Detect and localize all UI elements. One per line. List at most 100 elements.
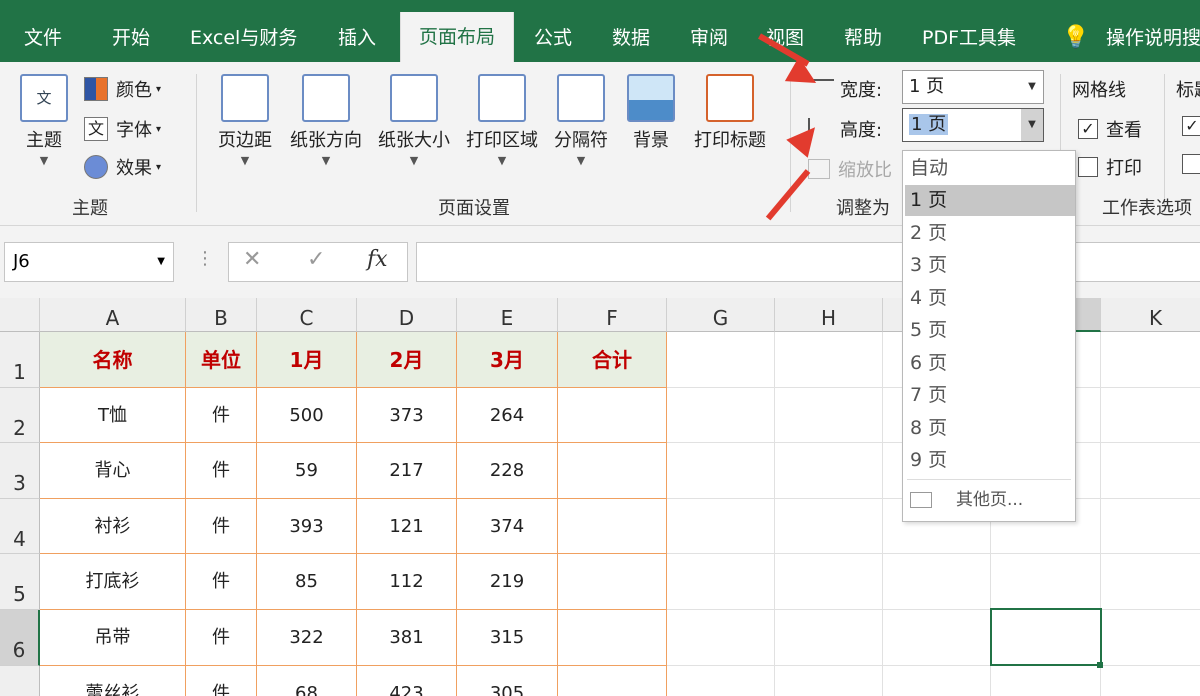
lightbulb-icon[interactable]: 💡 bbox=[1062, 0, 1089, 62]
checkbox-icon[interactable] bbox=[1078, 157, 1098, 177]
tab-file[interactable]: 文件 bbox=[24, 0, 62, 62]
row-header[interactable]: 3 bbox=[0, 443, 40, 499]
tab-review[interactable]: 审阅 bbox=[690, 0, 728, 62]
tab-home[interactable]: 开始 bbox=[112, 0, 150, 62]
row-header[interactable]: 1 bbox=[0, 332, 40, 388]
tell-me-search[interactable]: 操作说明搜 bbox=[1106, 0, 1200, 62]
empty-cell[interactable] bbox=[1101, 554, 1200, 610]
table-cell[interactable]: 121 bbox=[357, 499, 457, 554]
empty-cell[interactable] bbox=[775, 388, 883, 443]
empty-cell[interactable] bbox=[667, 666, 775, 696]
fonts-button[interactable]: 文 字体 ▾ bbox=[84, 116, 161, 142]
table-cell[interactable]: 件 bbox=[186, 554, 257, 610]
width-select[interactable]: 1 页 ▼ bbox=[902, 70, 1044, 104]
more-options-icon[interactable]: ⋮ bbox=[196, 248, 214, 269]
table-cell[interactable] bbox=[558, 499, 667, 554]
tab-page-layout[interactable]: 页面布局 bbox=[400, 12, 515, 62]
table-cell[interactable]: 500 bbox=[257, 388, 357, 443]
chevron-down-icon[interactable]: ▼ bbox=[1021, 109, 1043, 141]
headings-print-checkbox[interactable] bbox=[1182, 154, 1200, 174]
table-cell[interactable]: 112 bbox=[357, 554, 457, 610]
effects-button[interactable]: 效果 ▾ bbox=[84, 154, 161, 180]
dropdown-option-4-pages[interactable]: 4 页 bbox=[905, 283, 1075, 314]
empty-cell[interactable] bbox=[1101, 610, 1200, 666]
active-cell-border[interactable] bbox=[990, 608, 1102, 666]
table-cell[interactable] bbox=[558, 554, 667, 610]
table-cell[interactable]: 吊带 bbox=[40, 610, 186, 666]
name-box[interactable]: J6 ▼ bbox=[4, 242, 174, 282]
dropdown-option-5-pages[interactable]: 5 页 bbox=[905, 315, 1075, 346]
column-header[interactable]: D bbox=[357, 298, 457, 332]
table-cell[interactable] bbox=[558, 610, 667, 666]
table-header-cell[interactable]: 1月 bbox=[257, 332, 357, 388]
table-cell[interactable]: 373 bbox=[357, 388, 457, 443]
table-cell[interactable] bbox=[558, 443, 667, 499]
row-header[interactable]: 5 bbox=[0, 554, 40, 610]
enter-icon[interactable]: ✓ bbox=[307, 247, 325, 272]
tab-formulas[interactable]: 公式 bbox=[534, 0, 572, 62]
table-cell[interactable]: 219 bbox=[457, 554, 558, 610]
table-cell[interactable]: 件 bbox=[186, 443, 257, 499]
table-cell[interactable]: 264 bbox=[457, 388, 558, 443]
breaks-button[interactable]: 分隔符 ▼ bbox=[548, 74, 614, 167]
tab-pdf-tools[interactable]: PDF工具集 bbox=[922, 0, 1016, 62]
height-value[interactable]: 1 页 bbox=[909, 114, 949, 135]
table-header-cell[interactable]: 名称 bbox=[40, 332, 186, 388]
checkbox-checked-icon[interactable]: ✓ bbox=[1078, 119, 1098, 139]
table-cell[interactable]: 件 bbox=[186, 388, 257, 443]
empty-cell[interactable] bbox=[991, 666, 1101, 696]
empty-cell[interactable] bbox=[1101, 443, 1200, 499]
empty-cell[interactable] bbox=[775, 666, 883, 696]
tab-excel-finance[interactable]: Excel与财务 bbox=[190, 0, 297, 62]
empty-cell[interactable] bbox=[991, 554, 1101, 610]
dropdown-option-3-pages[interactable]: 3 页 bbox=[905, 250, 1075, 281]
empty-cell[interactable] bbox=[883, 610, 991, 666]
cancel-icon[interactable]: ✕ bbox=[243, 247, 261, 272]
chevron-down-icon[interactable]: ▼ bbox=[157, 243, 165, 281]
table-cell[interactable]: 背心 bbox=[40, 443, 186, 499]
column-header[interactable]: G bbox=[667, 298, 775, 332]
empty-cell[interactable] bbox=[667, 610, 775, 666]
table-cell[interactable]: 件 bbox=[186, 610, 257, 666]
empty-cell[interactable] bbox=[1101, 499, 1200, 554]
formula-input[interactable] bbox=[416, 242, 1200, 282]
table-cell[interactable]: 315 bbox=[457, 610, 558, 666]
table-cell[interactable] bbox=[558, 666, 667, 696]
table-cell[interactable]: 件 bbox=[186, 499, 257, 554]
empty-cell[interactable] bbox=[667, 499, 775, 554]
table-cell[interactable]: T恤 bbox=[40, 388, 186, 443]
column-header[interactable]: B bbox=[186, 298, 257, 332]
table-cell[interactable]: 打底衫 bbox=[40, 554, 186, 610]
size-button[interactable]: 纸张大小 ▼ bbox=[372, 74, 456, 167]
empty-cell[interactable] bbox=[667, 554, 775, 610]
empty-cell[interactable] bbox=[775, 332, 883, 388]
column-header[interactable]: F bbox=[558, 298, 667, 332]
colors-button[interactable]: 颜色 ▾ bbox=[84, 76, 161, 102]
empty-cell[interactable] bbox=[883, 554, 991, 610]
headings-view-checkbox[interactable]: ✓ bbox=[1182, 116, 1200, 136]
orientation-button[interactable]: 纸张方向 ▼ bbox=[284, 74, 368, 167]
background-button[interactable]: 背景 bbox=[624, 74, 678, 152]
checkbox-checked-icon[interactable]: ✓ bbox=[1182, 116, 1200, 136]
table-cell[interactable]: 件 bbox=[186, 666, 257, 696]
column-header[interactable]: A bbox=[40, 298, 186, 332]
table-cell[interactable]: 374 bbox=[457, 499, 558, 554]
empty-cell[interactable] bbox=[1101, 666, 1200, 696]
more-pages-option[interactable]: 其他页... bbox=[905, 485, 1075, 516]
chevron-down-icon[interactable]: ▼ bbox=[1021, 71, 1043, 103]
print-titles-button[interactable]: 打印标题 bbox=[688, 74, 772, 152]
column-header[interactable]: E bbox=[457, 298, 558, 332]
empty-cell[interactable] bbox=[775, 610, 883, 666]
empty-cell[interactable] bbox=[883, 666, 991, 696]
column-header[interactable]: C bbox=[257, 298, 357, 332]
themes-button[interactable]: 文 主题 ▼ bbox=[14, 74, 74, 167]
row-header[interactable]: 7 bbox=[0, 666, 40, 696]
table-header-cell[interactable]: 3月 bbox=[457, 332, 558, 388]
table-cell[interactable]: 59 bbox=[257, 443, 357, 499]
margins-button[interactable]: 页边距 ▼ bbox=[212, 74, 278, 167]
empty-cell[interactable] bbox=[667, 332, 775, 388]
dropdown-option-9-pages[interactable]: 9 页 bbox=[905, 445, 1075, 476]
gridlines-print-checkbox[interactable]: 打印 bbox=[1078, 154, 1142, 180]
empty-cell[interactable] bbox=[667, 443, 775, 499]
row-header[interactable]: 2 bbox=[0, 388, 40, 443]
